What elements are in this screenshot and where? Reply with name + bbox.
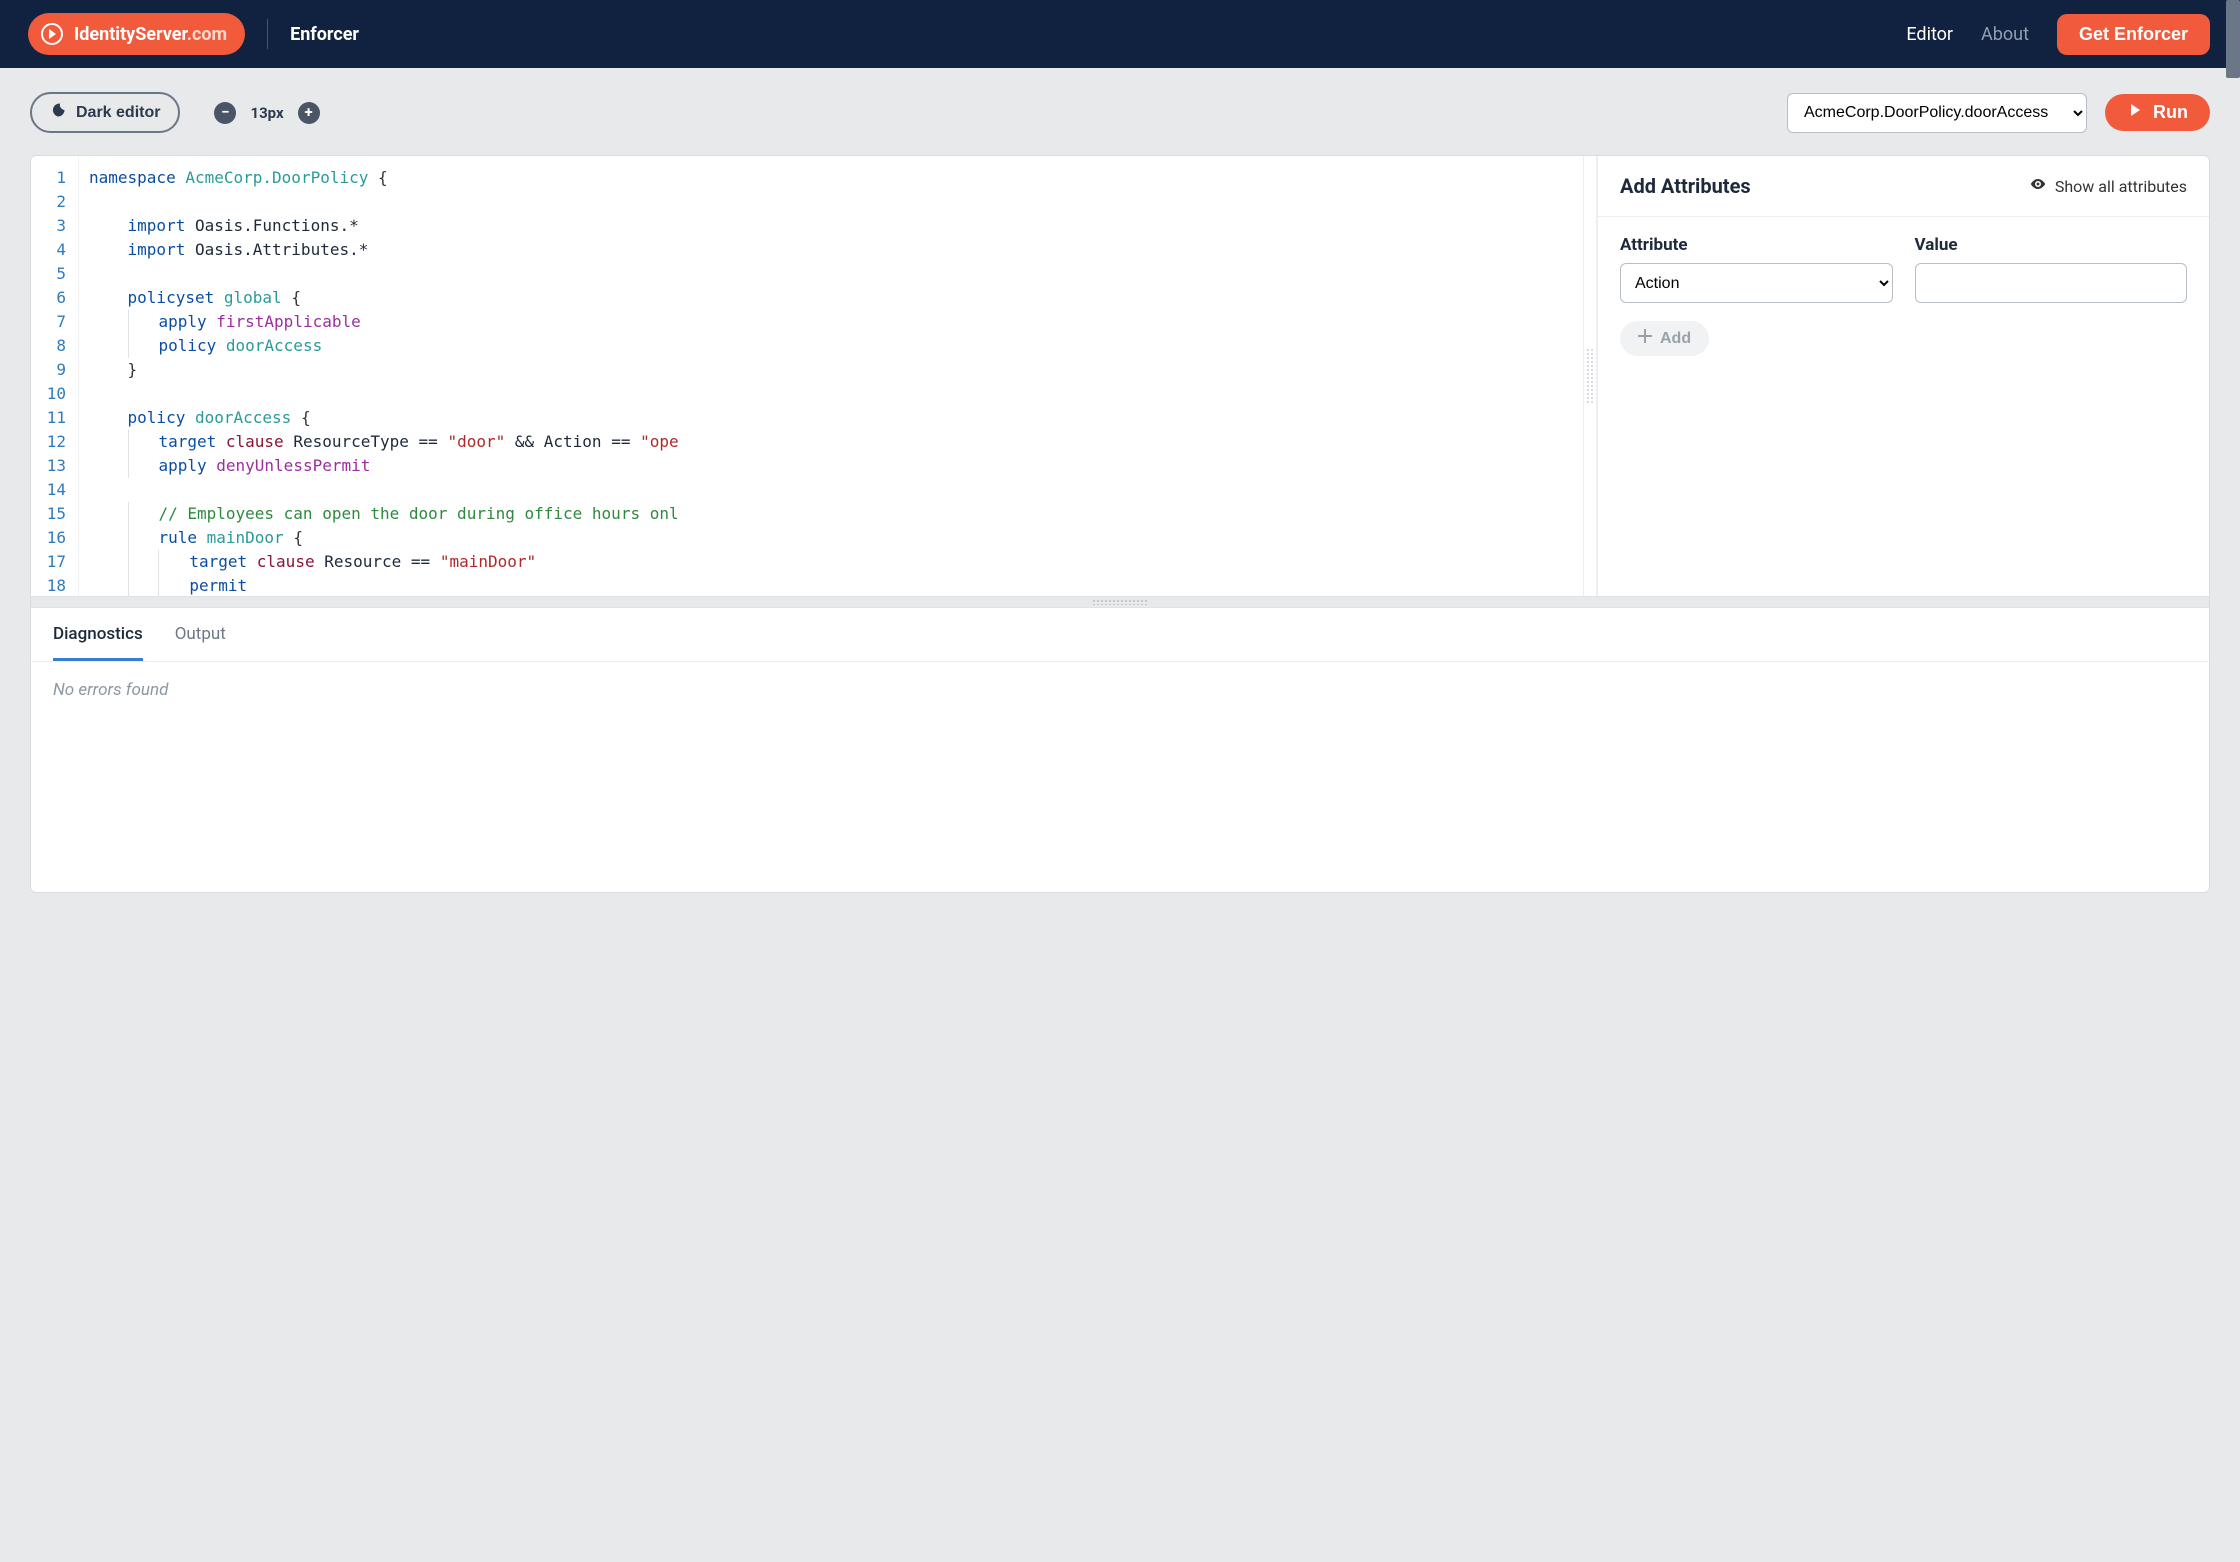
tab-diagnostics[interactable]: Diagnostics (53, 608, 143, 661)
tab-output[interactable]: Output (175, 608, 226, 661)
show-all-attributes-button[interactable]: Show all attributes (2029, 175, 2187, 197)
code-line[interactable] (89, 382, 1583, 406)
workspace: 12345678910111213141516171819 namespace … (30, 155, 2210, 893)
eye-icon (2029, 175, 2047, 197)
line-number: 12 (31, 430, 66, 454)
brand-name-suffix: .com (187, 24, 227, 45)
code-line[interactable]: policyset global { (89, 286, 1583, 310)
top-split: 12345678910111213141516171819 namespace … (31, 156, 2209, 596)
line-number: 13 (31, 454, 66, 478)
line-number: 8 (31, 334, 66, 358)
brand-pill[interactable]: IdentityServer.com (28, 13, 245, 55)
line-gutter: 12345678910111213141516171819 (31, 156, 79, 596)
code-line[interactable] (89, 478, 1583, 502)
code-line[interactable]: import Oasis.Attributes.* (89, 238, 1583, 262)
brand-text: IdentityServer.com (74, 24, 227, 45)
font-increase-button[interactable]: + (298, 102, 320, 124)
line-number: 14 (31, 478, 66, 502)
page-scrollbar[interactable] (2226, 0, 2240, 78)
horizontal-splitter[interactable] (31, 596, 2209, 608)
value-column-label: Value (1915, 235, 2188, 255)
line-number: 10 (31, 382, 66, 406)
nav-link-editor[interactable]: Editor (1906, 24, 1953, 45)
no-errors-message: No errors found (53, 680, 2187, 700)
attribute-column-label: Attribute (1620, 235, 1893, 255)
add-label: Add (1660, 330, 1691, 348)
line-number: 7 (31, 310, 66, 334)
vertical-splitter[interactable] (1583, 156, 1597, 596)
line-number: 15 (31, 502, 66, 526)
nav-link-about[interactable]: About (1981, 24, 2029, 45)
plus-icon (1638, 329, 1652, 348)
font-size-value: 13px (250, 104, 283, 122)
code-line[interactable]: permit (89, 574, 1583, 596)
code-line[interactable]: // Employees can open the door during of… (89, 502, 1583, 526)
line-number: 18 (31, 574, 66, 596)
show-all-label: Show all attributes (2055, 177, 2187, 196)
line-number: 11 (31, 406, 66, 430)
code-line[interactable]: } (89, 358, 1583, 382)
toolbar: Dark editor − 13px + AcmeCorp.DoorPolicy… (0, 68, 2240, 155)
line-number: 1 (31, 166, 66, 190)
line-number: 2 (31, 190, 66, 214)
code-editor[interactable]: 12345678910111213141516171819 namespace … (31, 156, 1583, 596)
code-line[interactable]: policy doorAccess { (89, 406, 1583, 430)
play-icon (2127, 102, 2143, 123)
diagnostics-body: No errors found (31, 662, 2209, 892)
code-line[interactable]: apply firstApplicable (89, 310, 1583, 334)
run-button[interactable]: Run (2105, 94, 2210, 131)
line-number: 16 (31, 526, 66, 550)
value-input[interactable] (1915, 263, 2188, 303)
attributes-panel: Add Attributes Show all attributes Attri… (1597, 156, 2209, 596)
dark-editor-toggle[interactable]: Dark editor (30, 92, 180, 133)
font-size-stepper: − 13px + (214, 102, 319, 124)
code-body[interactable]: namespace AcmeCorp.DoorPolicy { import O… (79, 156, 1583, 596)
attribute-select[interactable]: Action (1620, 263, 1893, 303)
line-number: 17 (31, 550, 66, 574)
code-line[interactable] (89, 262, 1583, 286)
dark-editor-label: Dark editor (76, 104, 160, 122)
code-line[interactable]: rule mainDoor { (89, 526, 1583, 550)
run-label: Run (2153, 102, 2188, 123)
brand-name-strong: IdentityServer (74, 24, 187, 45)
code-line[interactable]: apply denyUnlessPermit (89, 454, 1583, 478)
moon-icon (50, 102, 66, 123)
bottom-panel: Diagnostics Output No errors found (31, 608, 2209, 892)
navbar: IdentityServer.com Enforcer Editor About… (0, 0, 2240, 68)
font-decrease-button[interactable]: − (214, 102, 236, 124)
line-number: 5 (31, 262, 66, 286)
app-name: Enforcer (290, 24, 359, 45)
code-line[interactable]: policy doorAccess (89, 334, 1583, 358)
brand-icon (40, 22, 64, 46)
code-line[interactable]: target clause Resource == "mainDoor" (89, 550, 1583, 574)
code-line[interactable] (89, 190, 1583, 214)
get-enforcer-button[interactable]: Get Enforcer (2057, 14, 2210, 55)
code-line[interactable]: target clause ResourceType == "door" && … (89, 430, 1583, 454)
line-number: 6 (31, 286, 66, 310)
bottom-tabs: Diagnostics Output (31, 608, 2209, 662)
code-line[interactable]: namespace AcmeCorp.DoorPolicy { (89, 166, 1583, 190)
attributes-body: Attribute Action Value Add (1598, 217, 2209, 374)
add-attribute-button[interactable]: Add (1620, 321, 1709, 356)
attributes-header: Add Attributes Show all attributes (1598, 156, 2209, 217)
code-line[interactable]: import Oasis.Functions.* (89, 214, 1583, 238)
line-number: 3 (31, 214, 66, 238)
nav-separator (267, 19, 268, 49)
line-number: 4 (31, 238, 66, 262)
line-number: 9 (31, 358, 66, 382)
attributes-title: Add Attributes (1620, 174, 1751, 198)
policy-select[interactable]: AcmeCorp.DoorPolicy.doorAccess (1787, 93, 2087, 133)
